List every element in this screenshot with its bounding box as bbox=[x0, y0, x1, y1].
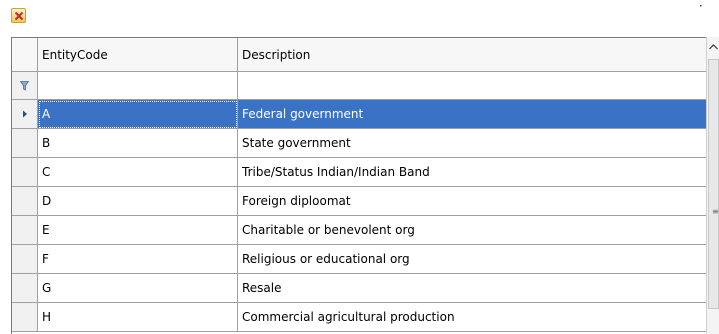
close-button[interactable] bbox=[11, 8, 26, 23]
scroll-up-button[interactable] bbox=[707, 37, 719, 57]
cell-description[interactable]: Commercial agricultural production bbox=[238, 303, 707, 332]
table-row[interactable]: B State government bbox=[12, 129, 707, 158]
table-row[interactable]: G Resale bbox=[12, 274, 707, 303]
entity-code-window: ⠂ EntityCode Description A Federal govern… bbox=[0, 0, 719, 334]
cell-description[interactable]: Charitable or benevolent org bbox=[238, 216, 707, 245]
cell-entitycode[interactable]: E bbox=[38, 216, 238, 245]
corner-marker-icon: ⠂ bbox=[698, 2, 706, 13]
table-row[interactable]: C Tribe/Status Indian/Indian Band bbox=[12, 158, 707, 187]
table-row[interactable]: H Commercial agricultural production bbox=[12, 303, 707, 332]
cell-description[interactable]: State government bbox=[238, 129, 707, 158]
row-selector[interactable] bbox=[12, 129, 38, 158]
scroll-thumb[interactable]: ≡ bbox=[708, 59, 719, 309]
table-row[interactable]: F Religious or educational org bbox=[12, 245, 707, 274]
row-selector[interactable] bbox=[12, 303, 38, 332]
cell-entitycode[interactable]: G bbox=[38, 274, 238, 303]
cell-entitycode[interactable]: H bbox=[38, 303, 238, 332]
cell-entitycode[interactable]: F bbox=[38, 245, 238, 274]
cell-entitycode[interactable]: B bbox=[38, 129, 238, 158]
scroll-grip-icon: ≡ bbox=[712, 207, 719, 216]
cell-description[interactable]: Foreign diploomat bbox=[238, 187, 707, 216]
cell-description[interactable]: Tribe/Status Indian/Indian Band bbox=[238, 158, 707, 187]
row-header-corner bbox=[12, 38, 38, 72]
cell-description[interactable]: Federal government bbox=[238, 100, 707, 129]
cell-description[interactable]: Resale bbox=[238, 274, 707, 303]
column-header-description[interactable]: Description bbox=[238, 38, 707, 72]
cell-description[interactable]: Religious or educational org bbox=[238, 245, 707, 274]
vertical-scrollbar[interactable]: ≡ bbox=[706, 37, 719, 334]
entity-grid: EntityCode Description A Federal governme… bbox=[11, 37, 707, 334]
row-selector[interactable] bbox=[12, 187, 38, 216]
cell-entitycode[interactable]: A bbox=[38, 100, 238, 129]
filter-cell-description[interactable] bbox=[238, 72, 707, 100]
table-row[interactable]: D Foreign diploomat bbox=[12, 187, 707, 216]
row-selector[interactable] bbox=[12, 274, 38, 303]
row-selector[interactable] bbox=[12, 100, 38, 129]
row-selector[interactable] bbox=[12, 158, 38, 187]
column-header-entitycode[interactable]: EntityCode bbox=[38, 38, 238, 72]
filter-indicator bbox=[12, 72, 38, 100]
filter-funnel-icon bbox=[20, 80, 29, 91]
chevron-up-icon bbox=[709, 44, 718, 50]
close-x-icon bbox=[14, 11, 24, 21]
header-row: EntityCode Description bbox=[12, 38, 707, 72]
cell-entitycode[interactable]: C bbox=[38, 158, 238, 187]
table-row[interactable]: A Federal government bbox=[12, 100, 707, 129]
filter-cell-entitycode[interactable] bbox=[38, 72, 238, 100]
toolbar: ⠂ bbox=[0, 0, 709, 31]
table-row[interactable]: E Charitable or benevolent org bbox=[12, 216, 707, 245]
row-selector[interactable] bbox=[12, 245, 38, 274]
filter-row bbox=[12, 72, 707, 100]
current-row-arrow-icon bbox=[22, 110, 27, 118]
row-selector[interactable] bbox=[12, 216, 38, 245]
cell-entitycode[interactable]: D bbox=[38, 187, 238, 216]
